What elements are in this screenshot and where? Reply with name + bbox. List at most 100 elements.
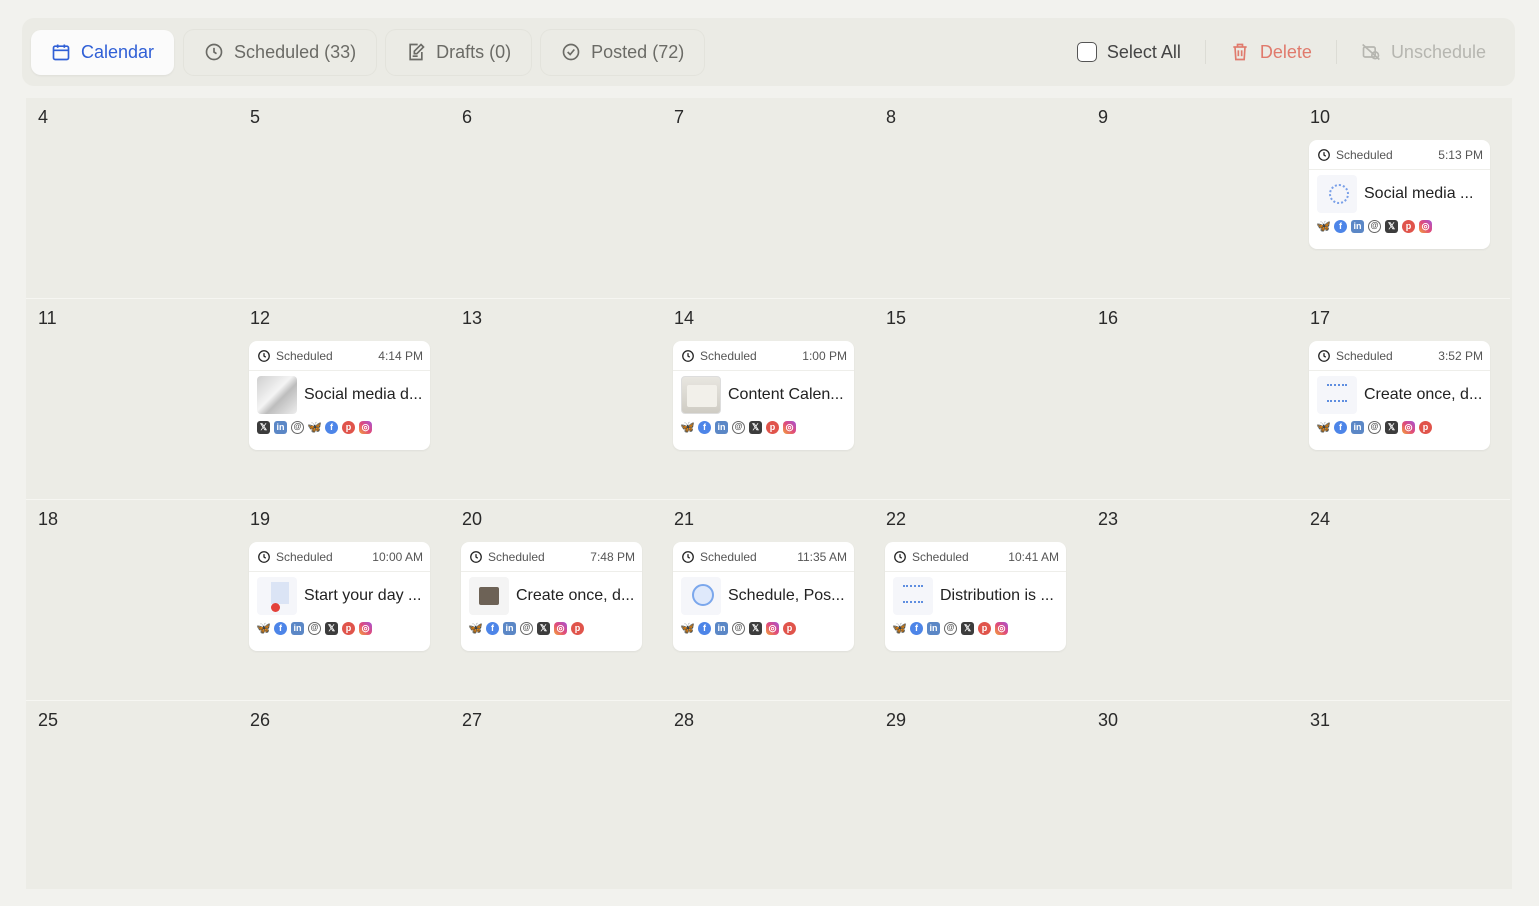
day-cell[interactable]: 23 <box>1086 500 1298 701</box>
facebook-icon: f <box>698 621 711 635</box>
threads-icon: @ <box>732 420 745 434</box>
scheduled-post-card[interactable]: Scheduled 10:00 AM Start your day ... 🦋 f in @… <box>249 542 430 651</box>
facebook-icon: f <box>486 621 499 635</box>
day-cell[interactable]: 16 <box>1086 299 1298 500</box>
facebook-icon: f <box>910 621 923 635</box>
clock-icon <box>1318 349 1330 362</box>
day-cell[interactable]: 27 <box>450 701 662 889</box>
scheduled-post-card[interactable]: Scheduled 10:41 AM Distribution is ... 🦋 f in… <box>885 542 1066 651</box>
day-cell[interactable]: 6 <box>450 98 662 299</box>
tab-label: Scheduled (33) <box>234 41 357 62</box>
scheduled-post-card[interactable]: Scheduled 11:35 AM Schedule, Pos... 🦋 f in @ 𝕏 ◎… <box>673 542 854 651</box>
post-thumbnail <box>681 376 721 414</box>
unschedule-label: Unschedule <box>1390 41 1486 62</box>
day-cell[interactable]: 26 <box>238 701 450 889</box>
day-cell[interactable]: 15 <box>874 299 1086 500</box>
day-cell[interactable]: 24 <box>1298 500 1510 701</box>
day-number: 19 <box>250 509 271 529</box>
post-thumbnail <box>893 577 933 615</box>
day-cell[interactable]: 17 Scheduled 3:52 PM Create once, d... 🦋 f in @… <box>1298 299 1510 500</box>
day-cell[interactable]: 10 Scheduled 5:13 PM Social media ... 🦋 f in @ 𝕏… <box>1298 98 1510 299</box>
bluesky-icon: 🦋 <box>680 420 695 434</box>
delete-button[interactable]: Delete <box>1210 42 1332 63</box>
divider <box>1335 40 1337 64</box>
post-status: Scheduled <box>1336 348 1393 363</box>
unschedule-button[interactable]: Unschedule <box>1341 42 1506 63</box>
bluesky-icon: 🦋 <box>256 621 271 635</box>
x-icon: 𝕏 <box>961 621 974 635</box>
post-networks: 🦋 f in @ 𝕏p ◎ <box>673 419 854 435</box>
post-networks: 🦋 f in @ 𝕏 ◎ p <box>1309 419 1490 435</box>
day-cell[interactable]: 5 <box>238 98 450 299</box>
tab-posted[interactable]: Posted (72) <box>541 29 705 75</box>
day-cell[interactable]: 18 <box>26 500 238 701</box>
post-time: 1:00 PM <box>802 348 847 363</box>
day-cell[interactable]: 31 <box>1298 701 1510 889</box>
x-icon: 𝕏 <box>749 420 762 434</box>
trash-icon <box>1233 43 1247 61</box>
day-cell[interactable]: 14 Scheduled 1:00 PM Content Calen... 🦋 f in @ 𝕏… <box>662 299 874 500</box>
threads-icon: @ <box>308 621 321 635</box>
scheduled-post-card[interactable]: Scheduled 4:14 PM Social media d... 𝕏in @ 🦋 f p… <box>249 341 430 450</box>
draft-edit-icon <box>409 43 425 61</box>
day-number: 4 <box>38 107 49 127</box>
post-card-header: Scheduled 5:13 PM <box>1309 140 1490 170</box>
pinterest-icon: p <box>342 420 355 434</box>
post-thumbnail <box>681 577 721 615</box>
day-cell[interactable]: 8 <box>874 98 1086 299</box>
post-networks: 🦋 f in @ 𝕏p ◎ <box>1309 218 1490 234</box>
clock-icon <box>1318 148 1330 161</box>
post-thumbnail <box>469 577 509 615</box>
post-card-body: Create once, d... <box>461 572 642 620</box>
tab-scheduled[interactable]: Scheduled (33) <box>184 29 377 75</box>
post-time: 10:00 AM <box>372 549 423 564</box>
instagram-icon: ◎ <box>359 621 372 635</box>
facebook-icon: f <box>325 420 338 434</box>
tab-label: Calendar <box>81 41 155 62</box>
day-cell[interactable]: 30 <box>1086 701 1298 889</box>
scheduled-post-card[interactable]: Scheduled 3:52 PM Create once, d... 🦋 f in @ 𝕏 ◎… <box>1309 341 1490 450</box>
facebook-icon: f <box>274 621 287 635</box>
day-cell[interactable]: 28 <box>662 701 874 889</box>
day-cell[interactable]: 21 Scheduled 11:35 AM Schedule, Pos... 🦋 f in @… <box>662 500 874 701</box>
bluesky-icon: 🦋 <box>307 420 322 434</box>
day-cell[interactable]: 12 Scheduled 4:14 PM Social media d... 𝕏in @ 🦋… <box>238 299 450 500</box>
post-thumbnail <box>257 376 297 414</box>
day-cell[interactable]: 13 <box>450 299 662 500</box>
delete-label: Delete <box>1259 41 1312 62</box>
day-number: 13 <box>462 308 483 328</box>
tab-calendar[interactable]: Calendar <box>31 29 175 75</box>
post-title: Social media d... <box>304 386 422 403</box>
day-cell[interactable]: 29 <box>874 701 1086 889</box>
select-all-checkbox[interactable] <box>1076 42 1097 62</box>
instagram-icon: ◎ <box>1402 420 1415 434</box>
day-cell[interactable]: 7 <box>662 98 874 299</box>
day-cell[interactable]: 9 <box>1086 98 1298 299</box>
threads-icon: @ <box>1368 219 1381 233</box>
scheduled-post-card[interactable]: Scheduled 5:13 PM Social media ... 🦋 f in @ 𝕏p ◎ <box>1309 140 1490 249</box>
day-cell[interactable]: 25 <box>26 701 238 889</box>
pinterest-icon: p <box>783 621 796 635</box>
instagram-icon: ◎ <box>783 420 796 434</box>
tab-drafts[interactable]: Drafts (0) <box>386 29 532 75</box>
post-title: Distribution is ... <box>940 587 1054 604</box>
day-cell[interactable]: 22 Scheduled 10:41 AM Distribution is ... 🦋 f… <box>874 500 1086 701</box>
post-card-header: Scheduled 10:41 AM <box>885 542 1066 572</box>
calendar-off-icon <box>1362 43 1380 61</box>
day-cell[interactable]: 19 Scheduled 10:00 AM Start your day ... 🦋 f i… <box>238 500 450 701</box>
post-card-body: Content Calen... <box>673 371 854 419</box>
scheduled-post-card[interactable]: Scheduled 1:00 PM Content Calen... 🦋 f in @ 𝕏p ◎ <box>673 341 854 450</box>
pinterest-icon: p <box>342 621 355 635</box>
day-cell[interactable]: 20 Scheduled 7:48 PM Create once, d... 🦋 f in @… <box>450 500 662 701</box>
day-cell[interactable]: 4 <box>26 98 238 299</box>
post-status: Scheduled <box>488 549 545 564</box>
scheduled-post-card[interactable]: Scheduled 7:48 PM Create once, d... 🦋 f in @ 𝕏 ◎… <box>461 542 642 651</box>
divider <box>1204 40 1206 64</box>
day-cell[interactable]: 11 <box>26 299 238 500</box>
linkedin-icon: in <box>1351 219 1364 233</box>
threads-icon: @ <box>732 621 745 635</box>
bluesky-icon: 🦋 <box>1316 420 1331 434</box>
clock-icon <box>205 43 223 61</box>
select-all-button[interactable]: Select All <box>1057 42 1201 63</box>
bluesky-icon: 🦋 <box>1316 219 1331 233</box>
